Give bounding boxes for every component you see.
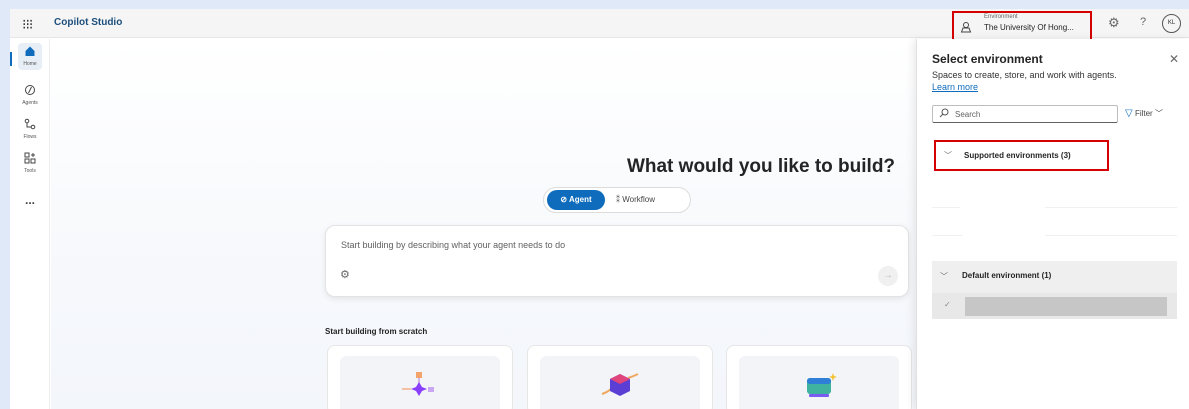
environment-icon xyxy=(960,21,972,36)
card-thumbnail xyxy=(540,356,700,409)
prompt-input-placeholder[interactable]: Start building by describing what your a… xyxy=(341,240,565,250)
prompt-settings-icon[interactable]: ⚙ xyxy=(340,268,350,281)
tab-agent-label: Agent xyxy=(568,195,592,204)
nav-home[interactable]: Home xyxy=(10,45,50,67)
environment-search-input[interactable]: Search xyxy=(932,105,1118,123)
close-icon[interactable]: ✕ xyxy=(1169,52,1179,66)
app-launcher-icon[interactable]: ⁝⁝⁝ xyxy=(22,16,33,33)
nav-tools[interactable]: Tools xyxy=(10,152,50,174)
template-card-2[interactable] xyxy=(527,345,713,409)
learn-more-link[interactable]: Learn more xyxy=(932,82,978,92)
app-window: ⁝⁝⁝ Copilot Studio Environment The Unive… xyxy=(10,9,1189,409)
tools-icon xyxy=(10,152,50,167)
sparkle-flow-illustration xyxy=(402,372,434,396)
settings-icon[interactable]: ⚙ xyxy=(1108,15,1120,31)
nav-tools-label: Tools xyxy=(24,168,36,174)
nav-more[interactable]: ... xyxy=(10,193,50,207)
redacted-environment-name xyxy=(965,297,1167,316)
tab-workflow[interactable]: ⁑ Workflow xyxy=(616,190,686,210)
divider xyxy=(932,235,962,236)
environment-name: The University Of Hong... xyxy=(984,23,1074,32)
environment-label: Environment xyxy=(984,14,1018,20)
nav-home-label: Home xyxy=(23,61,37,67)
divider xyxy=(1045,207,1177,208)
supported-environments-group[interactable]: ﹀ Supported environments (3) xyxy=(934,140,1109,171)
default-environment-group[interactable]: ﹀ Default environment (1) ✓ xyxy=(932,261,1177,319)
avatar[interactable]: KL xyxy=(1162,14,1181,33)
panel-title: Select environment xyxy=(932,52,1043,66)
build-type-toggle: ⊘ Agent ⁑ Workflow xyxy=(543,187,691,213)
chevron-down-icon: ﹀ xyxy=(944,151,952,160)
agents-icon xyxy=(10,84,50,99)
more-icon: ... xyxy=(24,193,35,207)
help-icon[interactable]: ? xyxy=(1140,16,1146,28)
nav-flows[interactable]: Flows xyxy=(10,118,50,140)
nav-flows-label: Flows xyxy=(23,134,37,140)
filter-icon: ▽ xyxy=(1125,108,1133,119)
tab-agent[interactable]: ⊘ Agent xyxy=(547,190,605,210)
default-environment-item[interactable]: ✓ xyxy=(932,293,1177,319)
panel-description: Spaces to create, store, and work with a… xyxy=(932,70,1117,80)
card-thumbnail xyxy=(340,356,500,409)
hexagon-illustration xyxy=(601,373,639,396)
template-card-3[interactable] xyxy=(726,345,912,409)
search-icon xyxy=(939,108,949,120)
filter-label: Filter xyxy=(1134,109,1153,118)
template-card-1[interactable] xyxy=(327,345,513,409)
check-icon: ✓ xyxy=(944,300,951,309)
supported-environments-label: Supported environments (3) xyxy=(964,151,1071,160)
left-nav-rail: Home Agents Flows Tools ... xyxy=(10,39,50,409)
window-illustration xyxy=(807,373,837,397)
card-thumbnail xyxy=(739,356,899,409)
nav-agents[interactable]: Agents xyxy=(10,84,50,106)
chevron-down-icon: ﹀ xyxy=(1154,109,1163,118)
home-icon xyxy=(10,45,50,60)
send-button[interactable]: → xyxy=(878,266,898,286)
section-title: Start building from scratch xyxy=(325,327,428,336)
select-environment-panel: Select environment ✕ Spaces to create, s… xyxy=(916,39,1189,409)
app-title[interactable]: Copilot Studio xyxy=(54,17,122,28)
prompt-box[interactable]: Start building by describing what your a… xyxy=(325,225,909,297)
chevron-down-icon: ﹀ xyxy=(940,272,948,281)
main-content: What would you like to build? ⊘ Agent ⁑ … xyxy=(51,39,916,409)
tab-workflow-label: Workflow xyxy=(622,195,655,204)
divider xyxy=(1045,235,1177,236)
flows-icon xyxy=(10,118,50,133)
nav-agents-label: Agents xyxy=(22,100,38,106)
filter-button[interactable]: ▽ Filter ﹀ xyxy=(1125,108,1163,119)
default-environment-label: Default environment (1) xyxy=(962,271,1052,280)
divider xyxy=(932,207,960,208)
agent-tab-icon: ⊘ xyxy=(560,195,569,204)
search-placeholder: Search xyxy=(955,110,981,119)
